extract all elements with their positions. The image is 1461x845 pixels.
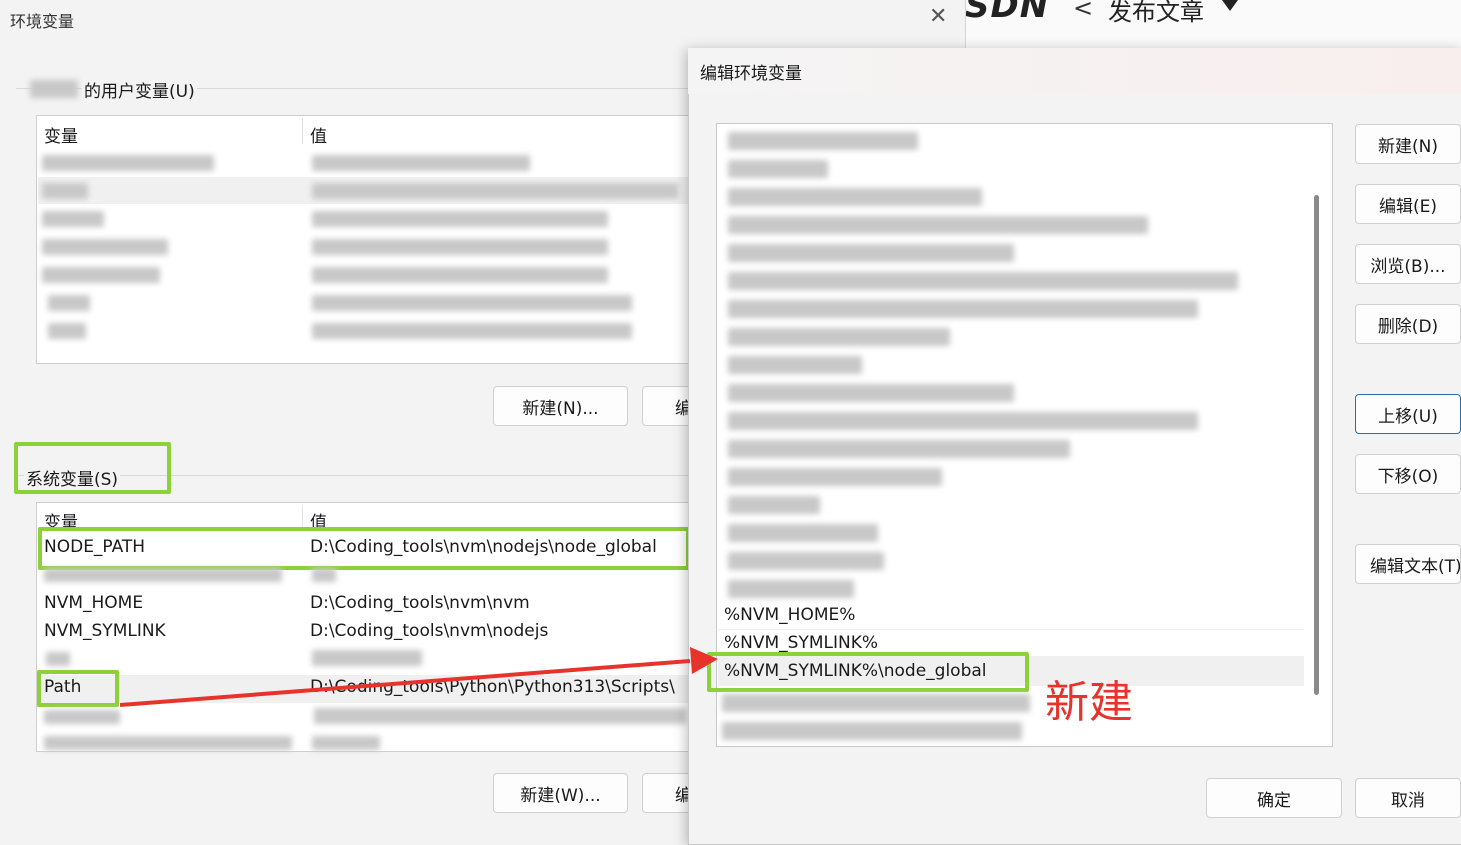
annotation-arrow-icon (119, 647, 718, 707)
annotation-new-label: 新建 (1045, 677, 1133, 728)
